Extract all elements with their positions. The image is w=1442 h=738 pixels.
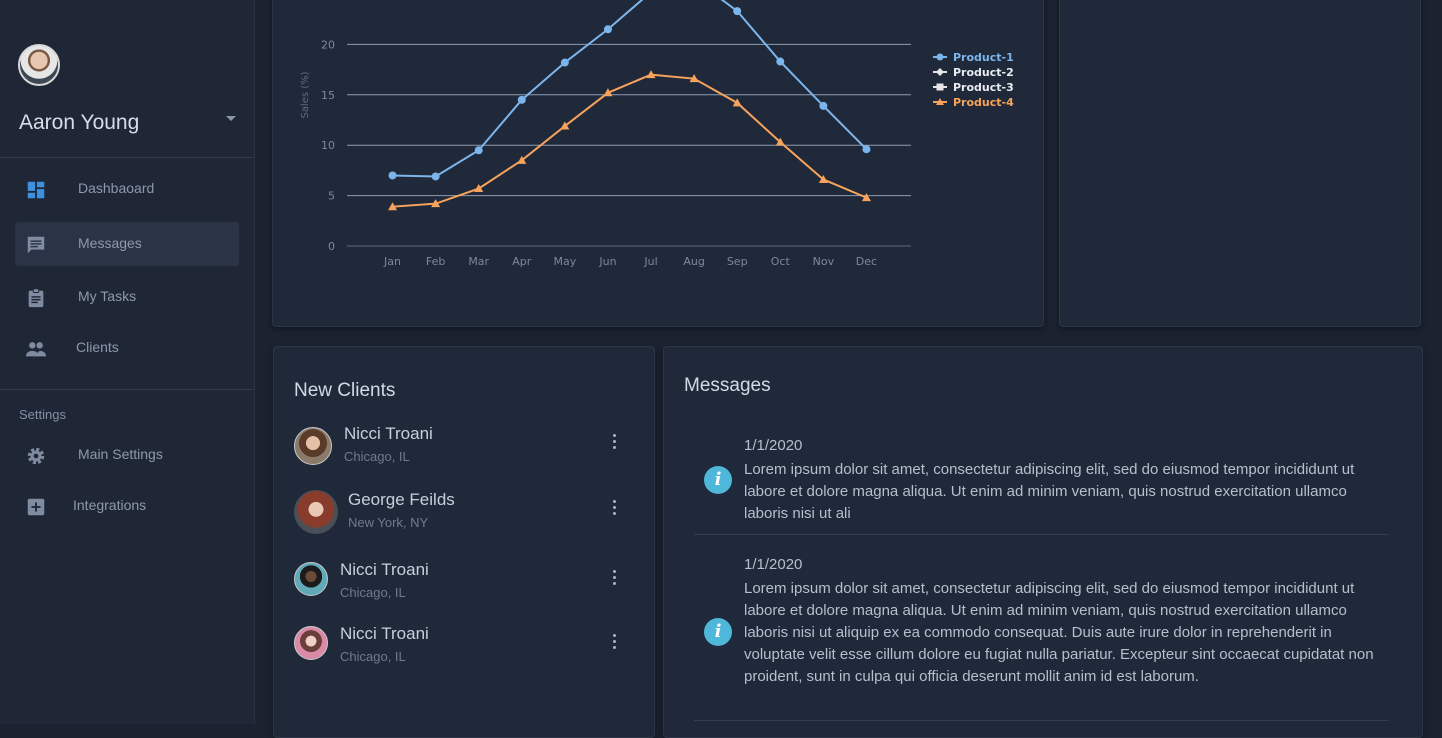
y-tick-label: 10 bbox=[321, 139, 335, 152]
data-point bbox=[431, 172, 440, 181]
x-tick-label: Mar bbox=[468, 255, 489, 268]
x-tick-label: Aug bbox=[683, 255, 704, 268]
chat-icon bbox=[27, 236, 45, 254]
message-text: Lorem ipsum dolor sit amet, consectetur … bbox=[744, 461, 1355, 522]
more-options-icon[interactable] bbox=[612, 500, 618, 518]
sidebar-item-dashboard[interactable]: Dashbaoard bbox=[15, 167, 239, 211]
more-options-icon[interactable] bbox=[612, 634, 618, 652]
x-tick-label: May bbox=[554, 255, 577, 268]
legend-marker bbox=[936, 68, 944, 76]
sidebar-item-label: Dashbaoard bbox=[78, 180, 155, 196]
data-point bbox=[733, 7, 742, 16]
x-tick-label: Jun bbox=[598, 255, 616, 268]
legend-marker bbox=[936, 53, 944, 61]
y-tick-label: 15 bbox=[321, 89, 335, 102]
message-date: 1/1/2020 bbox=[744, 556, 803, 573]
more-options-icon[interactable] bbox=[612, 570, 618, 588]
sidebar-item-my-tasks[interactable]: My Tasks bbox=[15, 275, 239, 319]
sales-chart-card: 0 5 10 15 20 Sales (%) Jan Feb Mar Apr May Jun Jul Au… bbox=[272, 0, 1044, 327]
data-point bbox=[517, 95, 526, 104]
x-tick-label: Jan bbox=[383, 255, 401, 268]
messages-card: Messages i 1/1/2020 Lorem ipsum dolor si… bbox=[663, 346, 1423, 738]
user-avatar[interactable] bbox=[18, 44, 60, 86]
settings-section-label: Settings bbox=[19, 407, 66, 422]
new-clients-title: New Clients bbox=[294, 380, 396, 401]
client-avatar bbox=[294, 490, 338, 534]
caret-down-icon[interactable] bbox=[226, 116, 236, 121]
sidebar-item-clients[interactable]: Clients bbox=[15, 326, 239, 370]
data-point bbox=[732, 98, 742, 107]
y-tick-label: 5 bbox=[328, 190, 335, 203]
user-name[interactable]: Aaron Young bbox=[19, 111, 139, 135]
sidebar-item-integrations[interactable]: Integrations bbox=[15, 484, 239, 528]
side-widget-card bbox=[1059, 0, 1421, 327]
client-name: Nicci Troani bbox=[340, 624, 429, 643]
legend-label: Product-1 bbox=[953, 51, 1014, 64]
client-row[interactable]: George Feilds New York, NY bbox=[294, 490, 634, 540]
legend-marker bbox=[936, 83, 944, 91]
x-tick-label: Oct bbox=[771, 255, 791, 268]
client-avatar bbox=[294, 562, 328, 596]
legend-label: Product-3 bbox=[953, 81, 1014, 94]
client-name: Nicci Troani bbox=[344, 424, 433, 443]
x-tick-label: Jul bbox=[643, 255, 657, 268]
data-point bbox=[560, 58, 569, 67]
x-tick-label: Feb bbox=[426, 255, 445, 268]
new-clients-card: New Clients Nicci Troani Chicago, IL Geo… bbox=[273, 346, 655, 738]
x-tick-label: Apr bbox=[512, 255, 532, 268]
data-point bbox=[603, 25, 612, 34]
info-icon: i bbox=[704, 618, 732, 646]
x-tick-label: Sep bbox=[727, 255, 748, 268]
series-line bbox=[392, 0, 868, 178]
data-point bbox=[474, 146, 483, 155]
divider bbox=[0, 157, 254, 158]
data-point bbox=[388, 171, 397, 180]
dashboard-icon bbox=[27, 181, 45, 199]
x-tick-label: Dec bbox=[856, 255, 877, 268]
gear-icon bbox=[27, 447, 45, 465]
client-location: Chicago, IL bbox=[340, 649, 406, 664]
client-location: Chicago, IL bbox=[344, 449, 410, 464]
people-icon bbox=[25, 342, 47, 357]
client-location: New York, NY bbox=[348, 515, 429, 530]
sidebar: Aaron Young Dashbaoard Messages My Tasks… bbox=[0, 0, 255, 724]
client-row[interactable]: Nicci Troani Chicago, IL bbox=[294, 560, 634, 610]
sidebar-item-label: Messages bbox=[78, 235, 142, 251]
client-avatar bbox=[294, 626, 328, 660]
sidebar-item-label: Clients bbox=[76, 339, 119, 355]
message-text: Lorem ipsum dolor sit amet, consectetur … bbox=[744, 580, 1374, 685]
sidebar-item-main-settings[interactable]: Main Settings bbox=[15, 433, 239, 477]
y-tick-label: 0 bbox=[328, 240, 335, 253]
sidebar-item-label: Integrations bbox=[73, 497, 147, 513]
legend-label: Product-2 bbox=[953, 66, 1014, 79]
data-point bbox=[776, 57, 785, 66]
sales-line-chart: 0 5 10 15 20 Sales (%) Jan Feb Mar Apr May Jun Jul Au… bbox=[300, 0, 1014, 268]
data-point bbox=[474, 184, 484, 193]
client-name: George Feilds bbox=[348, 490, 455, 509]
clipboard-icon bbox=[28, 288, 44, 308]
y-axis-label: Sales (%) bbox=[300, 71, 311, 118]
message-item[interactable]: i 1/1/2020 Lorem ipsum dolor sit amet, c… bbox=[694, 556, 1389, 721]
client-avatar bbox=[294, 427, 332, 465]
client-location: Chicago, IL bbox=[340, 585, 406, 600]
info-icon: i bbox=[704, 466, 732, 494]
divider bbox=[0, 389, 254, 390]
message-date: 1/1/2020 bbox=[744, 437, 803, 454]
messages-title: Messages bbox=[684, 375, 771, 396]
sidebar-item-label: Main Settings bbox=[78, 446, 163, 462]
message-item[interactable]: i 1/1/2020 Lorem ipsum dolor sit amet, c… bbox=[694, 437, 1389, 535]
client-name: Nicci Troani bbox=[340, 560, 429, 579]
legend-label: Product-4 bbox=[953, 96, 1014, 109]
sidebar-item-messages[interactable]: Messages bbox=[15, 222, 239, 266]
data-point bbox=[862, 145, 871, 154]
y-tick-label: 20 bbox=[321, 38, 335, 51]
plus-square-icon bbox=[27, 498, 45, 516]
x-tick-label: Nov bbox=[813, 255, 835, 268]
sidebar-item-label: My Tasks bbox=[78, 288, 137, 304]
data-point bbox=[819, 101, 828, 110]
more-options-icon[interactable] bbox=[612, 434, 618, 452]
client-row[interactable]: Nicci Troani Chicago, IL bbox=[294, 624, 634, 674]
client-row[interactable]: Nicci Troani Chicago, IL bbox=[294, 424, 634, 474]
